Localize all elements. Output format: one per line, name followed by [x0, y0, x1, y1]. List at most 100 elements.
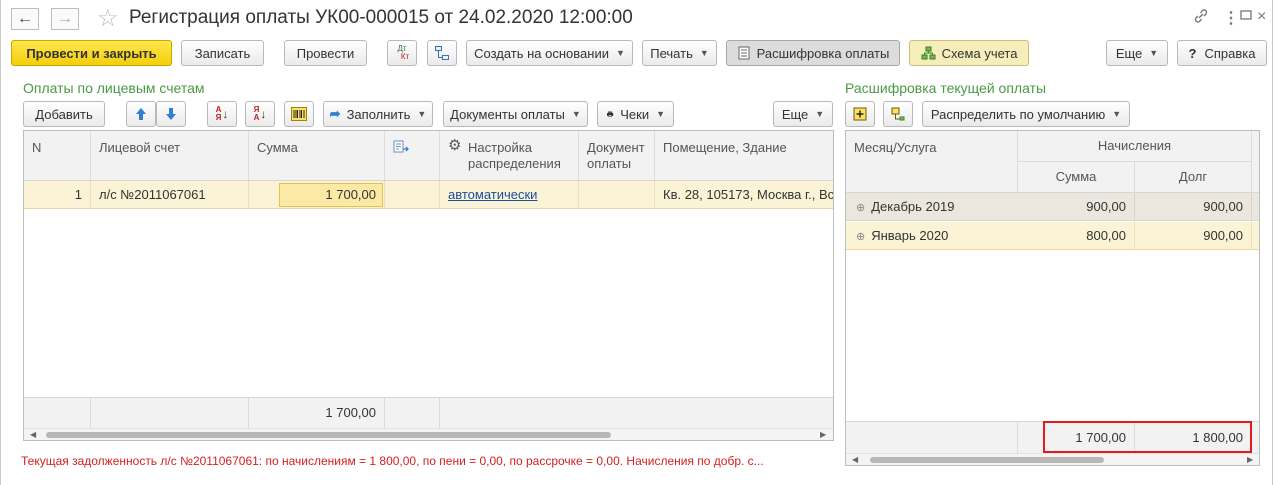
table-row[interactable]: ⊕ Январь 2020 800,00 900,00 — [846, 222, 1259, 250]
col-distribution-settings-label: Настройка распределения — [468, 140, 561, 171]
document-list-icon — [738, 46, 750, 60]
dropdown-arrow-icon: ▼ — [699, 48, 709, 58]
post-and-close-button[interactable]: Провести и закрыть — [11, 40, 172, 66]
structure-icon — [435, 46, 449, 60]
fill-arrow-icon: ➦ — [329, 106, 341, 121]
table-row[interactable]: ⊕ Декабрь 2019 900,00 900,00 — [846, 193, 1259, 221]
decode-table: Месяц/Услуга Начисления Сумма Долг ⊕ Дека… — [845, 130, 1260, 466]
totals-highlight-box — [1043, 421, 1252, 453]
cell-month: ⊕ Январь 2020 — [846, 222, 1018, 249]
more-vertical-icon[interactable]: ⋮ — [1223, 8, 1239, 28]
debt-status-message: Текущая задолженность л/с №2011067061: п… — [21, 454, 764, 468]
structure-button[interactable] — [427, 40, 457, 66]
back-button[interactable]: ← — [11, 8, 39, 30]
footer-cell — [91, 398, 249, 428]
sort-ascending-button[interactable]: А Я ↓ — [207, 101, 237, 127]
dropdown-arrow-icon: ▼ — [815, 109, 825, 119]
dropdown-arrow-icon: ▼ — [1112, 109, 1122, 119]
help-button[interactable]: ? Справка — [1177, 40, 1267, 66]
payments-table-footer: 1 700,00 — [24, 397, 833, 428]
more-button[interactable]: Еще ▼ — [1106, 40, 1168, 66]
printer-icon — [607, 111, 614, 117]
sort-descending-icon: ЯА — [253, 105, 260, 122]
create-based-on-button[interactable]: Создать на основании ▼ — [466, 40, 633, 66]
expand-icon[interactable]: ⊕ — [856, 202, 865, 214]
collapse-all-button[interactable] — [883, 101, 913, 127]
cell-distribution-settings[interactable]: автоматически — [440, 181, 579, 208]
dt-kt-button[interactable]: Дт Кт — [387, 40, 417, 66]
col-doc-icon[interactable] — [385, 131, 440, 180]
close-icon[interactable]: × — [1257, 8, 1266, 26]
checks-button[interactable]: Чеки ▼ — [597, 101, 674, 127]
fill-label: Заполнить — [346, 106, 411, 122]
scroll-left-icon[interactable]: ◀ — [852, 454, 858, 465]
dropdown-arrow-icon: ▼ — [656, 109, 665, 119]
left-more-label: Еще — [781, 106, 809, 122]
distribution-auto-link[interactable]: автоматически — [448, 187, 537, 202]
col-n[interactable]: N — [24, 131, 91, 180]
payment-decode-button[interactable]: Расшифровка оплаты — [726, 40, 900, 66]
payments-horizontal-scrollbar[interactable]: ◀ ▶ — [24, 428, 833, 440]
move-down-button[interactable] — [156, 101, 186, 127]
footer-cell — [385, 398, 440, 428]
fill-button[interactable]: ➦ Заполнить ▼ — [323, 101, 433, 127]
scheme-icon — [921, 46, 936, 60]
dt-kt-icon: Дт Кт — [397, 44, 410, 61]
scrollbar-thumb[interactable] — [46, 432, 611, 438]
sort-descending-button[interactable]: Я А ↓ — [245, 101, 275, 127]
distribute-default-button[interactable]: Распределить по умолчанию ▼ — [922, 101, 1130, 127]
left-more-button[interactable]: Еще ▼ — [773, 101, 833, 127]
cell-month: ⊕ Декабрь 2019 — [846, 193, 1018, 220]
col-distribution-settings[interactable]: ⚙ Настройка распределения — [440, 131, 579, 180]
expand-all-button[interactable] — [845, 101, 875, 127]
col-payment-document[interactable]: Документ оплаты — [579, 131, 655, 180]
cell-n: 1 — [24, 181, 91, 208]
scrollbar-thumb[interactable] — [870, 457, 1104, 463]
col-charges-sum[interactable]: Сумма — [1018, 162, 1135, 193]
expand-icon[interactable]: ⊕ — [856, 231, 865, 243]
main-toolbar: Провести и закрыть Записать Провести Дт К… — [1, 40, 1273, 68]
scroll-right-icon[interactable]: ▶ — [1247, 454, 1253, 465]
print-button[interactable]: Печать ▼ — [642, 40, 717, 66]
month-label: Декабрь 2019 — [871, 199, 955, 214]
cell-account: л/с №2011067061 — [91, 181, 249, 208]
footer-cell — [440, 398, 833, 428]
col-charges-debt[interactable]: Долг — [1135, 162, 1252, 193]
window-title: Регистрация оплаты УК00-000015 от 24.02.… — [129, 7, 633, 28]
document-arrow-icon — [393, 140, 409, 153]
scroll-right-icon[interactable]: ▶ — [820, 429, 826, 440]
month-label: Январь 2020 — [871, 228, 949, 243]
dropdown-arrow-icon: ▼ — [571, 109, 581, 119]
cell-debt: 900,00 — [1135, 222, 1252, 249]
barcode-icon — [291, 107, 307, 121]
dropdown-arrow-icon: ▼ — [417, 109, 427, 119]
link-icon[interactable] — [1193, 8, 1209, 29]
payment-decode-label: Расшифровка оплаты — [756, 45, 890, 61]
payment-documents-button[interactable]: Документы оплаты ▼ — [443, 101, 588, 127]
cell-sum[interactable]: 1 700,00 — [249, 181, 385, 208]
arrow-down-icon — [166, 108, 176, 120]
add-button[interactable]: Добавить — [23, 101, 105, 127]
maximize-icon[interactable] — [1240, 8, 1252, 26]
checks-label: Чеки — [620, 106, 650, 122]
sum-input[interactable]: 1 700,00 — [279, 183, 383, 207]
barcode-button[interactable] — [284, 101, 314, 127]
col-account[interactable]: Лицевой счет — [91, 131, 249, 180]
payments-table: N Лицевой счет Сумма ⚙ Настройка распред… — [23, 130, 834, 441]
col-sum[interactable]: Сумма — [249, 131, 385, 180]
cell-payment-document — [579, 181, 655, 208]
more-label: Еще — [1115, 45, 1143, 61]
sort-arrow-icon: ↓ — [260, 107, 267, 121]
col-month-service[interactable]: Месяц/Услуга — [846, 131, 1018, 192]
col-premises[interactable]: Помещение, Здание — [655, 131, 833, 180]
star-icon[interactable]: ☆ — [97, 4, 119, 33]
accounting-scheme-button[interactable]: Схема учета — [909, 40, 1029, 66]
move-up-button[interactable] — [126, 101, 156, 127]
forward-button[interactable]: → — [51, 8, 79, 30]
save-button[interactable]: Записать — [181, 40, 264, 66]
expand-tree-icon — [853, 107, 867, 121]
scroll-left-icon[interactable]: ◀ — [30, 429, 36, 440]
decode-horizontal-scrollbar[interactable]: ◀ ▶ — [846, 453, 1259, 465]
post-button[interactable]: Провести — [284, 40, 367, 66]
table-row[interactable]: 1 л/с №2011067061 1 700,00 автоматически… — [24, 181, 833, 209]
